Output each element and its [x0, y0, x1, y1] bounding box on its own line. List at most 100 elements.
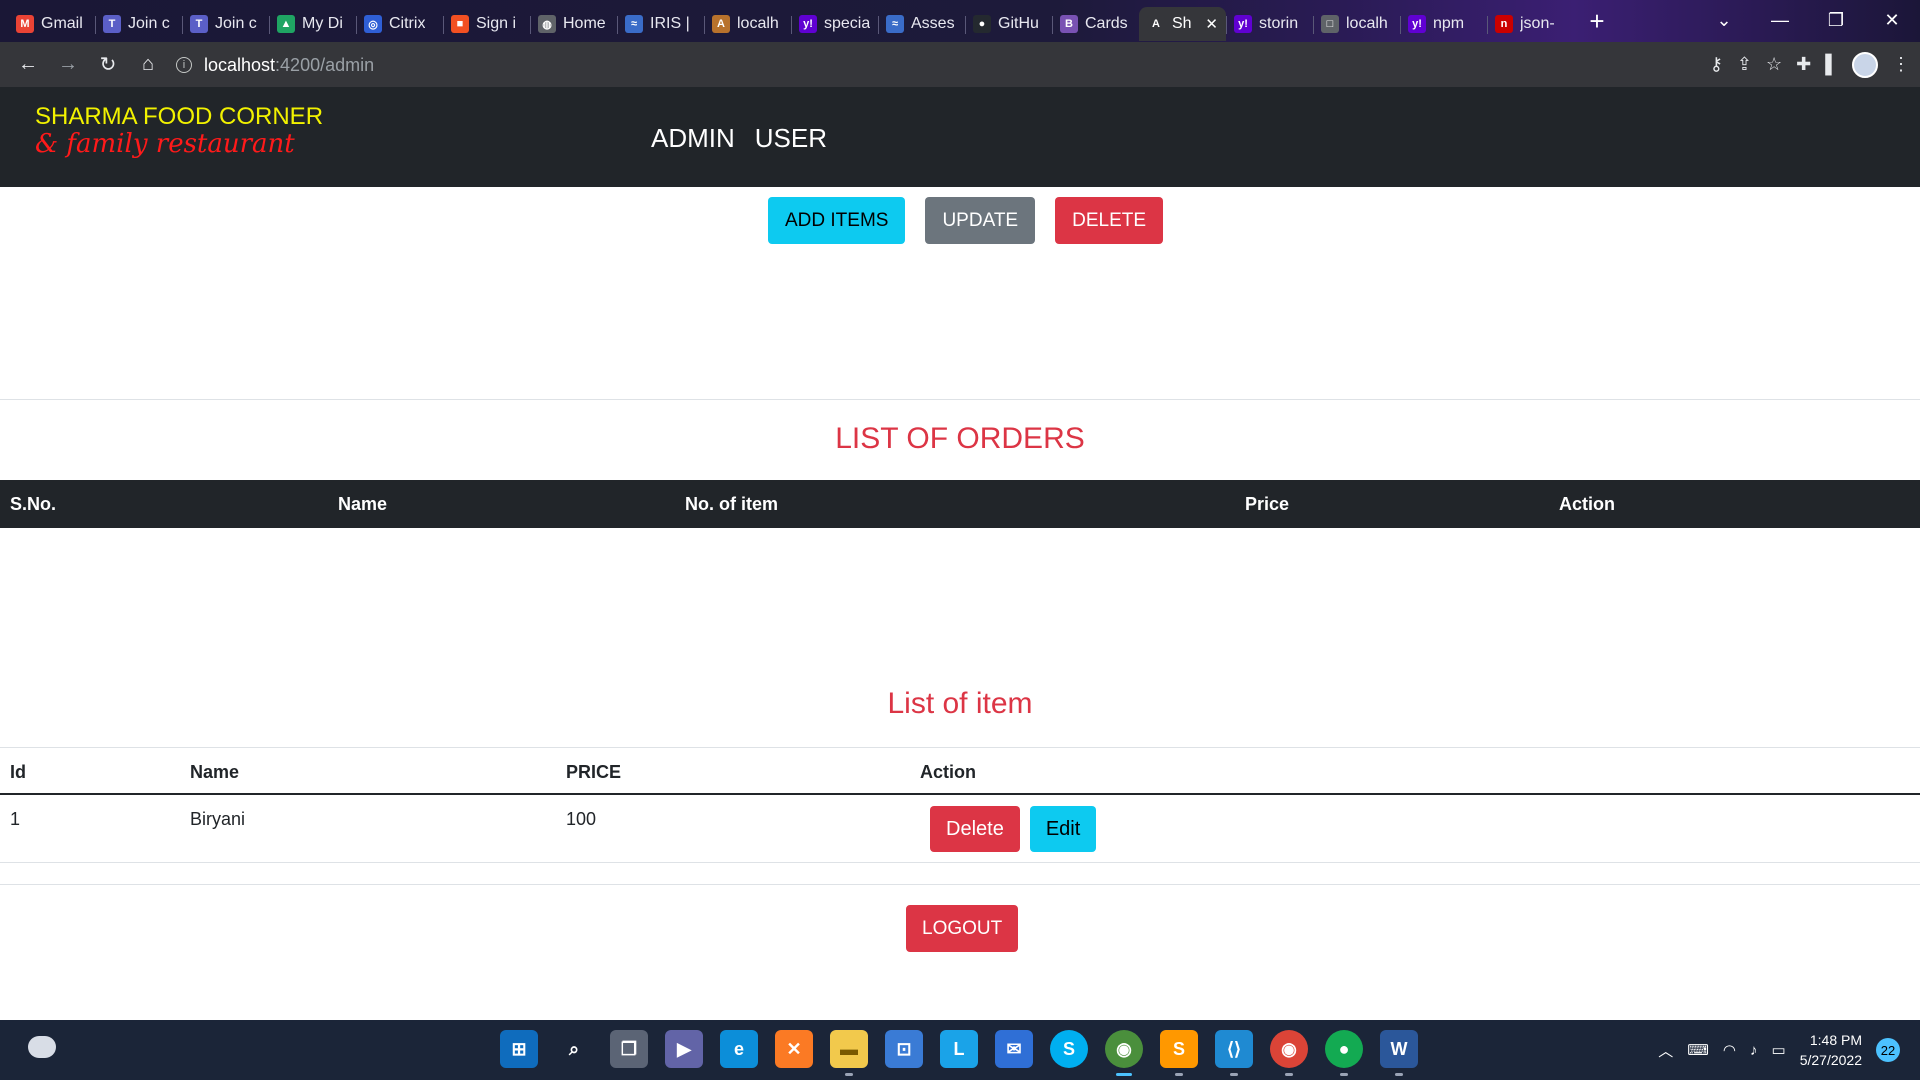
- battery-icon[interactable]: ▭: [1772, 1041, 1786, 1059]
- browser-tab-label: Sh: [1172, 15, 1192, 32]
- clock-date: 5/27/2022: [1799, 1052, 1862, 1068]
- address-bar[interactable]: i localhost:4200/admin: [176, 47, 1616, 83]
- file-explorer-icon[interactable]: ▬: [830, 1030, 868, 1076]
- add-items-button[interactable]: ADD ITEMS: [768, 197, 906, 244]
- store-icon[interactable]: ⊡: [885, 1030, 923, 1068]
- chrome-profile-icon[interactable]: ◉: [1105, 1030, 1143, 1076]
- browser-tab-label: Citrix: [389, 15, 426, 32]
- angular-icon: A: [712, 15, 730, 33]
- minimize-button[interactable]: —: [1752, 0, 1808, 40]
- skype-icon[interactable]: S: [1050, 1030, 1088, 1068]
- volume-icon[interactable]: ♪: [1750, 1042, 1758, 1059]
- share-icon[interactable]: ⇪: [1737, 54, 1752, 75]
- browser-tab[interactable]: ≈ Asses: [878, 7, 965, 41]
- browser-tab-label: Join c: [215, 15, 257, 32]
- browser-tab[interactable]: T Join c: [182, 7, 269, 41]
- row-edit-button[interactable]: Edit: [1029, 806, 1097, 852]
- bookmark-star-icon[interactable]: ☆: [1766, 54, 1782, 75]
- item-price: 100: [566, 809, 597, 829]
- chat-icon[interactable]: ▶: [665, 1030, 703, 1068]
- taskbar-apps: ⊞ ⌕ ❐ ▶ e ✕ ▬ ⊡ L ✉ S ◉ S ⟨⟩ ◉ ● W: [500, 1030, 1418, 1076]
- start-icon[interactable]: ⊞: [500, 1030, 538, 1068]
- gmail-icon: M: [16, 15, 34, 33]
- new-tab-button[interactable]: +: [1580, 4, 1614, 38]
- sublime-text-icon[interactable]: S: [1160, 1030, 1198, 1076]
- password-key-icon[interactable]: ⚷: [1710, 54, 1723, 75]
- citrix-icon: ◎: [364, 15, 382, 33]
- browser-tab[interactable]: □ localh: [1313, 7, 1400, 41]
- tab-search-icon[interactable]: ⌄: [1696, 0, 1752, 40]
- divider: [0, 884, 1920, 885]
- browser-tab[interactable]: A Sh ✕: [1139, 7, 1226, 41]
- mail-icon[interactable]: ✉: [995, 1030, 1033, 1068]
- task-view-icon[interactable]: ❐: [610, 1030, 648, 1068]
- site-info-icon[interactable]: i: [176, 57, 192, 73]
- bootstrap-icon: B: [1060, 15, 1078, 33]
- browser-tab-label: Home: [563, 15, 606, 32]
- browser-tab-label: Sign i: [476, 15, 517, 32]
- brand-subtitle: & family restaurant: [35, 129, 295, 159]
- browser-tab-label: Join c: [128, 15, 170, 32]
- side-panel-icon[interactable]: ▌: [1825, 54, 1838, 75]
- yahoo-icon: y!: [1234, 15, 1252, 33]
- restore-button[interactable]: ❐: [1808, 0, 1864, 40]
- site-header: SHARMA FOOD CORNER & family restaurant A…: [0, 87, 1920, 187]
- brand-title[interactable]: SHARMA FOOD CORNER: [35, 103, 323, 131]
- l-app-icon[interactable]: L: [940, 1030, 978, 1068]
- browser-tab-label: Asses: [911, 15, 955, 32]
- browser-tab[interactable]: ● GitHu: [965, 7, 1052, 41]
- xampp-icon[interactable]: ✕: [775, 1030, 813, 1068]
- url-path: :4200/admin: [275, 54, 375, 75]
- nav-admin-link[interactable]: ADMIN: [651, 123, 735, 154]
- window-controls: ⌄ — ❐ ✕: [1696, 0, 1920, 40]
- browser-tab[interactable]: ≈ IRIS |: [617, 7, 704, 41]
- mongodb-compass-icon[interactable]: ●: [1325, 1030, 1363, 1076]
- word-icon[interactable]: W: [1380, 1030, 1418, 1076]
- edge-icon[interactable]: e: [720, 1030, 758, 1068]
- browser-tab[interactable]: y! storin: [1226, 7, 1313, 41]
- chrome-icon[interactable]: ◉: [1270, 1030, 1308, 1076]
- weather-widget-icon[interactable]: [28, 1036, 56, 1058]
- clock[interactable]: 1:48 PM 5/27/2022: [1800, 1030, 1862, 1070]
- nav-user-link[interactable]: USER: [755, 123, 827, 154]
- orders-table-header: S.No. Name No. of item Price Action: [0, 480, 1920, 528]
- item-name: Biryani: [190, 809, 246, 829]
- browser-tab[interactable]: ■ Sign i: [443, 7, 530, 41]
- wifi-icon[interactable]: ◠: [1723, 1041, 1736, 1059]
- keyboard-icon[interactable]: ⌨: [1687, 1041, 1709, 1059]
- angular-icon: A: [1147, 15, 1165, 33]
- forward-icon[interactable]: →: [48, 45, 88, 85]
- close-window-button[interactable]: ✕: [1864, 0, 1920, 40]
- reload-icon[interactable]: ↻: [88, 45, 128, 85]
- menu-kebab-icon[interactable]: ⋮: [1892, 54, 1910, 75]
- browser-tab[interactable]: y! npm: [1400, 7, 1487, 41]
- browser-tab[interactable]: T Join c: [95, 7, 182, 41]
- windows-taskbar: ⊞ ⌕ ❐ ▶ e ✕ ▬ ⊡ L ✉ S ◉ S ⟨⟩ ◉ ● W ︿ ⌨ ◠…: [0, 1020, 1920, 1080]
- browser-tab[interactable]: ◎ Citrix: [356, 7, 443, 41]
- browser-tab[interactable]: Alocalh: [704, 7, 791, 41]
- browser-tab[interactable]: n json-: [1487, 7, 1574, 41]
- logout-button[interactable]: LOGOUT: [906, 905, 1019, 952]
- browser-tab[interactable]: ◍ Home: [530, 7, 617, 41]
- notification-badge[interactable]: 22: [1876, 1038, 1900, 1062]
- chevron-up-icon[interactable]: ︿: [1658, 1040, 1673, 1061]
- home-icon[interactable]: ⌂: [128, 45, 168, 85]
- browser-tab[interactable]: y! specia: [791, 7, 878, 41]
- update-button[interactable]: UPDATE: [925, 197, 1036, 244]
- search-icon[interactable]: ⌕: [555, 1030, 593, 1068]
- profile-avatar[interactable]: [1852, 51, 1878, 78]
- back-icon[interactable]: ←: [8, 45, 48, 85]
- delete-button[interactable]: DELETE: [1055, 197, 1164, 244]
- browser-tab[interactable]: M Gmail: [8, 7, 95, 41]
- browser-tab[interactable]: ▲ My Di: [269, 7, 356, 41]
- browser-tab-label: localh: [1346, 15, 1388, 32]
- page-viewport: SHARMA FOOD CORNER & family restaurant A…: [0, 87, 1920, 1020]
- row-actions: Delete Edit: [930, 806, 1097, 852]
- vscode-icon[interactable]: ⟨⟩: [1215, 1030, 1253, 1076]
- browser-tab-label: Gmail: [41, 15, 83, 32]
- browser-tab[interactable]: B Cards: [1052, 7, 1139, 41]
- extensions-puzzle-icon[interactable]: ✚: [1796, 54, 1811, 75]
- close-tab-icon[interactable]: ✕: [1205, 15, 1218, 33]
- row-delete-button[interactable]: Delete: [930, 806, 1020, 852]
- teams-icon: T: [190, 15, 208, 33]
